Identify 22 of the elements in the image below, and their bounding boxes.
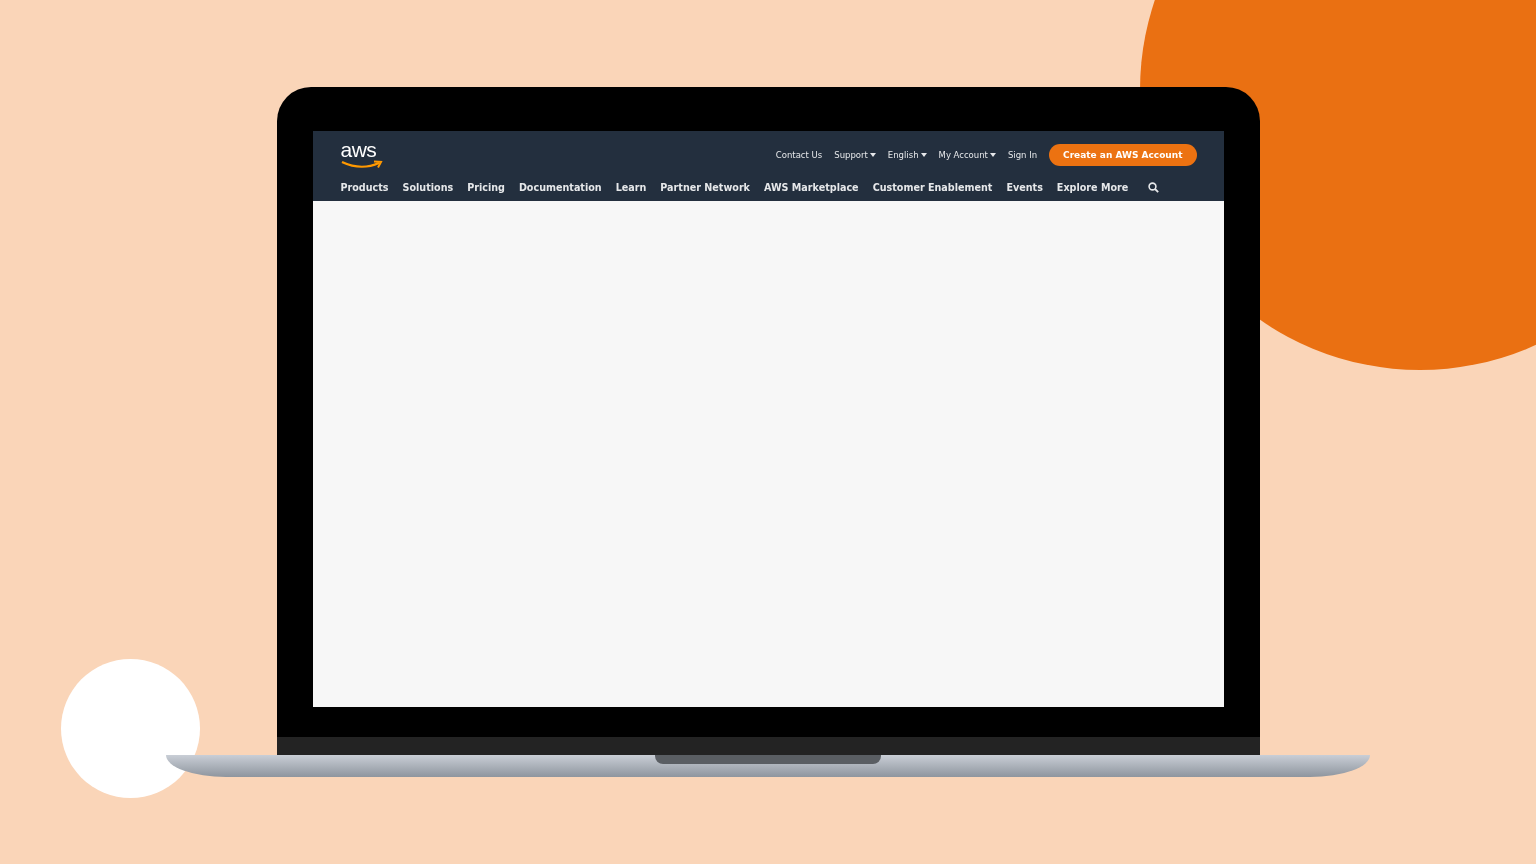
nav-item[interactable]: Pricing [467,181,505,193]
search-icon[interactable] [1148,181,1160,193]
nav-item[interactable]: Products [340,181,389,193]
top-link[interactable]: English [887,150,927,160]
top-link[interactable]: Sign In [1007,150,1038,160]
top-link[interactable]: My Account [938,150,996,160]
nav-item[interactable]: Events [1006,181,1043,193]
top-link[interactable]: Support [834,150,876,160]
caret-icon [869,153,876,157]
logo[interactable]: aws [340,141,383,169]
nav-item[interactable]: Customer Enablement [872,181,993,193]
nav-item[interactable]: Partner Network [660,181,750,193]
caret-icon [920,153,927,157]
nav-item[interactable]: Learn [615,181,647,193]
nav-item[interactable]: Documentation [518,181,602,193]
nav-item[interactable]: Solutions [402,181,454,193]
logo-text: aws [340,141,377,159]
nav-item[interactable]: Explore More [1056,181,1129,193]
smile-arrow-icon [340,160,383,169]
nav-item[interactable]: AWS Marketplace [764,181,859,193]
top-link[interactable]: Contact Us [775,150,823,160]
caret-icon [989,153,996,157]
